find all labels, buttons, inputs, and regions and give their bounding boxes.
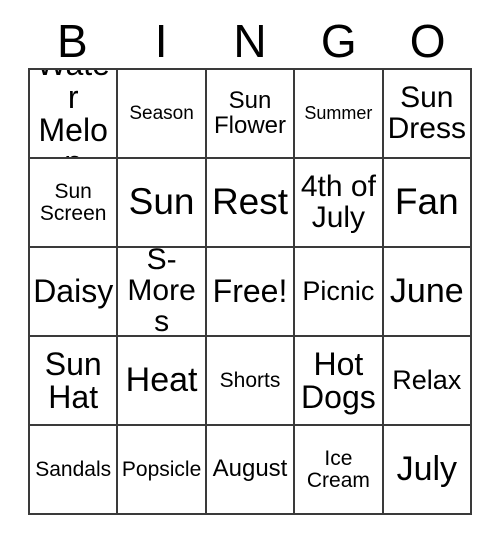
bingo-cell-label: Shorts bbox=[219, 368, 281, 392]
header-letter-i: I bbox=[154, 15, 168, 67]
bingo-grid: Water Melon Season Sun Flower Summer Sun Dre… bbox=[28, 68, 472, 515]
bingo-cell-label: 4th of July bbox=[300, 169, 376, 234]
header-letter-n: N bbox=[233, 15, 267, 67]
bingo-cell[interactable]: Picnic bbox=[295, 248, 384, 337]
bingo-cell[interactable]: July bbox=[383, 426, 472, 515]
bingo-cell-label: Water Melon bbox=[36, 70, 110, 157]
bingo-cell-label: Rest bbox=[211, 181, 289, 223]
bingo-cell-label: Fan bbox=[394, 181, 459, 223]
bingo-cell[interactable]: August bbox=[206, 426, 296, 515]
bingo-header-row: B I N G O bbox=[28, 14, 472, 68]
bingo-cell-label: Season bbox=[129, 102, 194, 124]
bingo-cell[interactable]: June bbox=[383, 248, 472, 337]
bingo-cell[interactable]: S- Mores bbox=[118, 248, 207, 337]
bingo-cell-label: August bbox=[212, 455, 288, 483]
bingo-cell[interactable]: Sun bbox=[118, 159, 207, 248]
header-letter-g: G bbox=[320, 15, 357, 67]
bingo-cell[interactable]: Sandals bbox=[30, 426, 119, 515]
bingo-cell-label: Sun Flower bbox=[213, 86, 286, 139]
bingo-cell-label: Daisy bbox=[33, 273, 114, 310]
bingo-cell[interactable]: Daisy bbox=[30, 248, 119, 337]
header-letter-b: B bbox=[57, 15, 88, 67]
bingo-cell[interactable]: Water Melon bbox=[30, 70, 119, 159]
bingo-cell-label: Sun bbox=[128, 181, 195, 223]
bingo-cell-label: Popsicle bbox=[121, 457, 202, 481]
bingo-cell-label: Sun Dress bbox=[387, 80, 466, 145]
bingo-cell-label: July bbox=[396, 449, 458, 488]
bingo-cell[interactable]: Sun Flower bbox=[206, 70, 296, 159]
bingo-cell[interactable]: Hot Dogs bbox=[295, 337, 384, 426]
bingo-cell-label: Relax bbox=[392, 364, 462, 395]
bingo-cell-label: S- Mores bbox=[127, 248, 196, 337]
bingo-cell[interactable]: Ice Cream bbox=[295, 426, 384, 515]
bingo-cell[interactable]: Shorts bbox=[206, 337, 296, 426]
bingo-cell[interactable]: Sun Dress bbox=[383, 70, 472, 159]
bingo-cell-label: Heat bbox=[125, 360, 198, 399]
bingo-cell[interactable]: Sun Hat bbox=[30, 337, 119, 426]
bingo-cell-free[interactable]: Free! bbox=[206, 248, 296, 337]
bingo-cell[interactable]: Season bbox=[118, 70, 207, 159]
bingo-cell[interactable]: Popsicle bbox=[118, 426, 207, 515]
bingo-cell-label: Hot Dogs bbox=[301, 345, 376, 415]
bingo-cell-label: Sandals bbox=[35, 457, 112, 481]
bingo-cell[interactable]: Relax bbox=[383, 337, 472, 426]
bingo-cell[interactable]: 4th of July bbox=[295, 159, 384, 248]
bingo-cell-label: Picnic bbox=[302, 275, 375, 306]
bingo-cell[interactable]: Sun Screen bbox=[30, 159, 119, 248]
bingo-cell[interactable]: Rest bbox=[206, 159, 296, 248]
bingo-cell-label: Summer bbox=[304, 103, 373, 124]
bingo-cell[interactable]: Fan bbox=[383, 159, 472, 248]
bingo-cell-label: June bbox=[389, 271, 464, 310]
bingo-cell[interactable]: Summer bbox=[295, 70, 384, 159]
bingo-cell-label: Sun Screen bbox=[39, 179, 107, 225]
bingo-card: B I N G O Water Melon Season Sun Flower Sum… bbox=[0, 0, 500, 544]
bingo-cell[interactable]: Heat bbox=[118, 337, 207, 426]
header-letter-o: O bbox=[409, 15, 446, 67]
bingo-cell-label: Free! bbox=[212, 273, 288, 310]
bingo-cell-label: Sun Hat bbox=[44, 345, 102, 415]
bingo-cell-label: Ice Cream bbox=[306, 446, 370, 492]
